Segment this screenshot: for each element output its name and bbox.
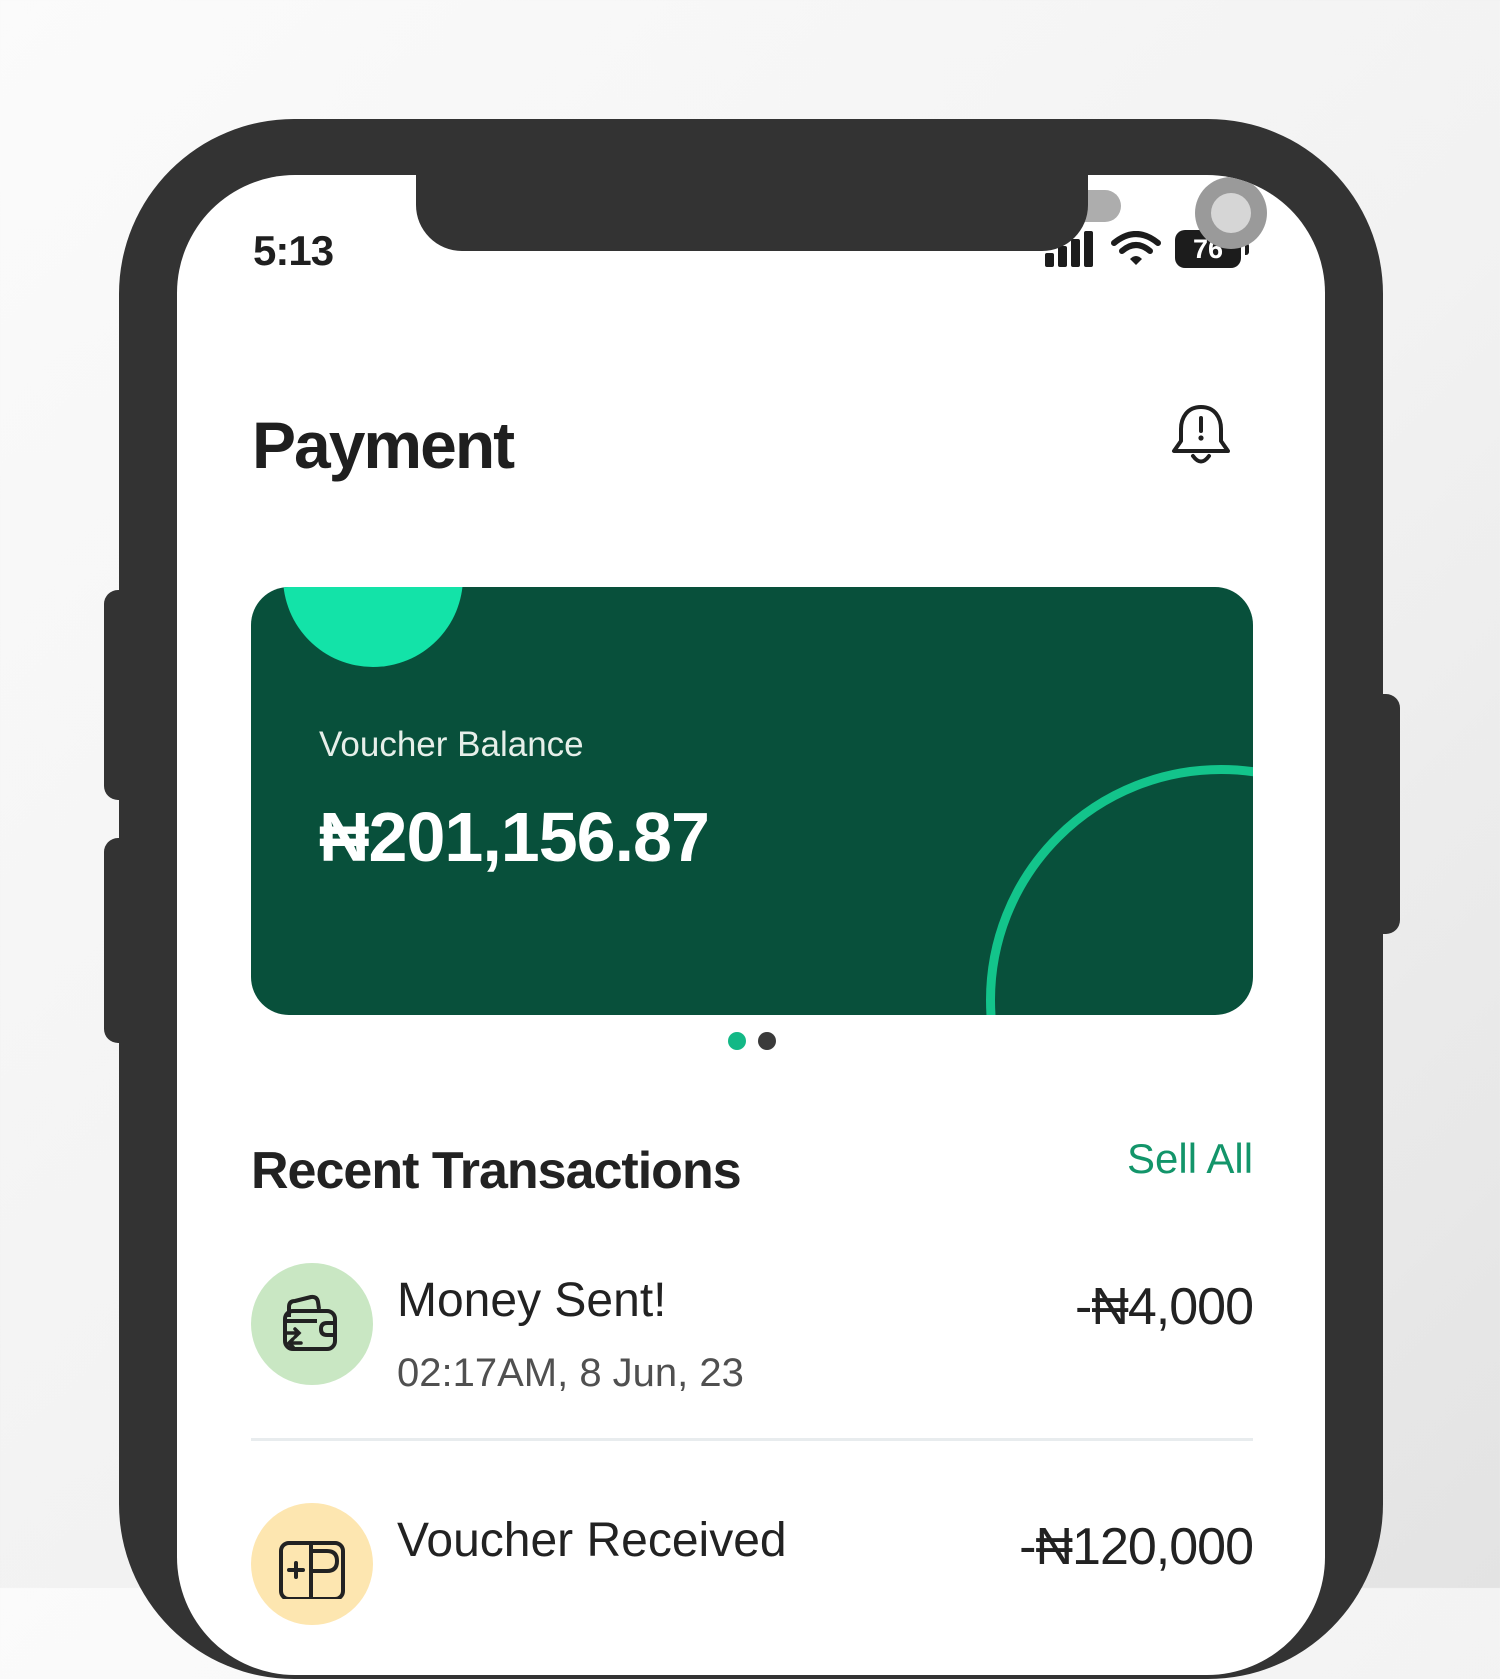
- transaction-row[interactable]: Voucher Received -₦120,000: [251, 1503, 1254, 1675]
- voucher-balance-card[interactable]: Voucher Balance ₦201,156.87: [251, 587, 1253, 1015]
- transaction-icon-container: [251, 1503, 373, 1625]
- transaction-row[interactable]: Money Sent! 02:17AM, 8 Jun, 23 -₦4,000: [251, 1263, 1254, 1441]
- transaction-title: Voucher Received: [397, 1514, 787, 1567]
- notch: [416, 175, 1088, 251]
- balance-label: Voucher Balance: [319, 725, 584, 764]
- see-all-link[interactable]: Sell All: [1127, 1135, 1253, 1183]
- camera-dot: [1195, 177, 1267, 249]
- transaction-time: 02:17AM, 8 Jun, 23: [397, 1351, 744, 1395]
- wallet-transfer-icon: [283, 1294, 337, 1351]
- bell-icon[interactable]: [1169, 401, 1233, 469]
- balance-amount: ₦201,156.87: [319, 798, 710, 876]
- card-decoration-ring: [986, 765, 1253, 1015]
- carousel-pagination: [728, 1032, 776, 1050]
- recent-transactions-title: Recent Transactions: [251, 1142, 742, 1200]
- transaction-icon-container: [251, 1263, 373, 1385]
- voucher-add-icon: [279, 1541, 345, 1599]
- status-time: 5:13: [253, 227, 334, 274]
- page-title: Payment: [252, 408, 515, 482]
- wifi-icon: [1111, 231, 1161, 265]
- transaction-title: Money Sent!: [397, 1274, 667, 1327]
- card-decoration-circle: [283, 587, 463, 667]
- transaction-amount: -₦4,000: [1075, 1278, 1254, 1336]
- pagination-dot-2[interactable]: [758, 1032, 776, 1050]
- phone-screen: 5:13 76 Payment Voucher Balance ₦201,156…: [177, 175, 1325, 1675]
- pagination-dot-1[interactable]: [728, 1032, 746, 1050]
- transaction-amount: -₦120,000: [1019, 1518, 1254, 1576]
